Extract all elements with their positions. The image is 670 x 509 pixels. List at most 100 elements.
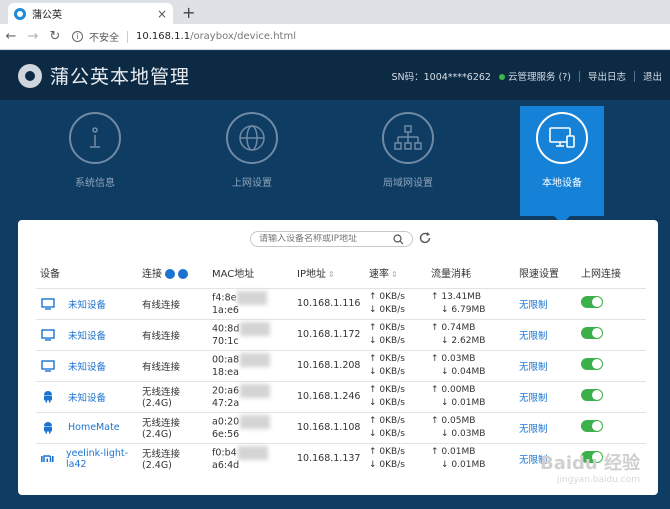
online-toggle[interactable] [581, 296, 603, 308]
online-toggle-cell [577, 287, 646, 319]
table-header-row: 设备 连接 MAC地址 IP地址 ⇕ 速率 ⇕ 流量消耗 限速设置 上网连接 [36, 262, 646, 288]
nav-item-internet-settings[interactable]: 上网设置 [209, 112, 295, 189]
search-box [250, 231, 413, 247]
export-log-link[interactable]: 导出日志 [588, 69, 626, 83]
sort-icon[interactable]: ⇕ [391, 270, 398, 279]
device-name-link[interactable]: 未知设备 [68, 297, 106, 311]
online-toggle-cell [577, 318, 646, 350]
online-toggle[interactable] [581, 327, 603, 339]
connection-type: 有线连接 [138, 349, 208, 381]
mac-address: f4:8e1a:e6 [208, 287, 293, 319]
connection-type: 有线连接 [138, 318, 208, 350]
browser-tab-bar: 蒲公英 × + [0, 0, 670, 24]
ip-address: 10.168.1.116 [293, 287, 365, 319]
nav-item-local-devices[interactable]: 本地设备 [519, 112, 605, 189]
device-panel: 设备 连接 MAC地址 IP地址⇕ 速率⇕ 流量消耗 限速设置 上网连接 未知设… [18, 220, 658, 495]
device-name-link[interactable]: HomeMate [68, 422, 120, 433]
wifi-filter-icon[interactable] [165, 269, 175, 280]
device-table: 设备 连接 MAC地址 IP地址 ⇕ 速率 ⇕ 流量消耗 限速设置 上网连接 未知设… [36, 262, 646, 474]
nav-item-system-info[interactable]: 系统信息 [52, 112, 138, 189]
speed-limit-link[interactable]: 无限制 [515, 380, 577, 412]
mi-icon [40, 454, 54, 464]
sort-icon[interactable]: ⇕ [328, 270, 335, 279]
logout-link[interactable]: 退出 [643, 69, 662, 83]
mac-redaction [240, 384, 271, 398]
speed-limit-link[interactable]: 无限制 [515, 287, 577, 319]
back-arrow-icon[interactable]: ← [0, 29, 22, 44]
speed-cell: ↑ 0KB/s ↓ 0KB/s [365, 318, 427, 350]
url-host: 10.168.1.1 [136, 31, 191, 42]
header-device: 设备 [40, 269, 60, 281]
ip-address: 10.168.1.137 [293, 442, 365, 474]
mac-address: a0:206e:56 [208, 411, 293, 443]
tab-title: 蒲公英 [32, 10, 62, 21]
device-cell: HomeMate [36, 411, 138, 443]
table-row: 未知设备 有线连接 00:a818:ea 10.168.1.208 ↑ 0KB/s ↓ 0… [36, 349, 646, 381]
browser-tab[interactable]: 蒲公英 × [8, 3, 173, 24]
forward-arrow-icon[interactable]: → [22, 29, 44, 44]
table-row: HomeMate 无线连接(2.4G) a0:206e:56 10.168.1.108… [36, 411, 646, 443]
nav-item-lan-settings[interactable]: 局域网设置 [365, 112, 451, 189]
insecure-label: 不安全 [89, 33, 119, 44]
info-circle-icon[interactable]: i [72, 31, 83, 42]
header-mac: MAC地址 [212, 269, 255, 281]
cloud-service-link[interactable]: 云管理服务 (?) [498, 69, 571, 83]
traffic-cell: ↑ 0.05MB ↓ 0.03MB [427, 411, 515, 443]
network-icon [382, 112, 434, 164]
header-actions: SN码：1004****6262 云管理服务 (?) 导出日志 退出 [383, 69, 662, 83]
monitor-icon [40, 359, 56, 372]
header-speed[interactable]: 速率 ⇕ [365, 262, 427, 288]
speed-cell: ↑ 0KB/s ↓ 0KB/s [365, 349, 427, 381]
speed-cell: ↑ 0KB/s ↓ 0KB/s [365, 442, 427, 474]
mac-redaction [237, 291, 268, 305]
refresh-icon[interactable] [418, 231, 432, 245]
info-icon [69, 112, 121, 164]
device-cell: 未知设备 [36, 349, 138, 381]
nav-label: 本地设备 [542, 178, 582, 189]
tab-close-icon[interactable]: × [157, 7, 167, 21]
app-header: 蒲公英本地管理 SN码：1004****6262 云管理服务 (?) 导出日志 … [0, 51, 670, 100]
watermark-brand: Baidu 经验 [539, 453, 640, 474]
status-dot-icon [498, 74, 505, 80]
mac-redaction [240, 353, 271, 367]
watermark: Baidu 经验 jingyan.baidu.com [540, 449, 640, 485]
online-toggle[interactable] [581, 420, 603, 432]
online-toggle-cell [577, 349, 646, 381]
device-name-link[interactable]: 未知设备 [68, 390, 106, 404]
monitor-icon [40, 297, 56, 310]
mac-redaction [237, 446, 268, 461]
traffic-cell: ↑ 13.41MB ↓ 6.79MB [427, 287, 515, 319]
globe-icon [226, 112, 278, 164]
ip-address: 10.168.1.172 [293, 318, 365, 350]
table-row: 未知设备 有线连接 40:8d70:1c 10.168.1.172 ↑ 0KB/s ↓ 0… [36, 318, 646, 350]
online-toggle[interactable] [581, 389, 603, 401]
address-bar: ← → ↻ i 不安全 10.168.1.1 /oraybox/device.h… [0, 24, 670, 50]
speed-limit-link[interactable]: 无限制 [515, 411, 577, 443]
header-ip[interactable]: IP地址 ⇕ [293, 262, 365, 288]
connection-type: 无线连接(2.4G) [138, 380, 208, 412]
main-nav: 系统信息 上网设置 局域网设置 本地设备 [0, 100, 670, 224]
nav-label: 上网设置 [232, 178, 272, 189]
devices-icon [536, 112, 588, 164]
device-cell: 未知设备 [36, 380, 138, 412]
android-icon [40, 390, 56, 403]
reload-icon[interactable]: ↻ [44, 29, 66, 44]
device-name-link[interactable]: 未知设备 [68, 328, 106, 342]
connection-type: 无线连接(2.4G) [138, 411, 208, 443]
device-name-link[interactable]: yeelink-light-la42 [66, 448, 134, 470]
online-toggle[interactable] [581, 358, 603, 370]
speed-limit-link[interactable]: 无限制 [515, 349, 577, 381]
mac-address: 00:a818:ea [208, 349, 293, 381]
traffic-cell: ↑ 0.01MB ↓ 0.01MB [427, 442, 515, 474]
search-icon[interactable] [393, 233, 404, 245]
url-field[interactable]: i 不安全 10.168.1.1 /oraybox/device.html [72, 29, 296, 44]
connection-type: 有线连接 [138, 287, 208, 319]
new-tab-button[interactable]: + [182, 3, 195, 22]
device-cell: yeelink-light-la42 [36, 442, 138, 474]
logo-icon [18, 63, 42, 88]
search-input[interactable] [259, 234, 393, 244]
wired-filter-icon[interactable] [178, 269, 188, 280]
device-name-link[interactable]: 未知设备 [68, 359, 106, 373]
speed-limit-link[interactable]: 无限制 [515, 318, 577, 350]
device-cell: 未知设备 [36, 287, 138, 319]
